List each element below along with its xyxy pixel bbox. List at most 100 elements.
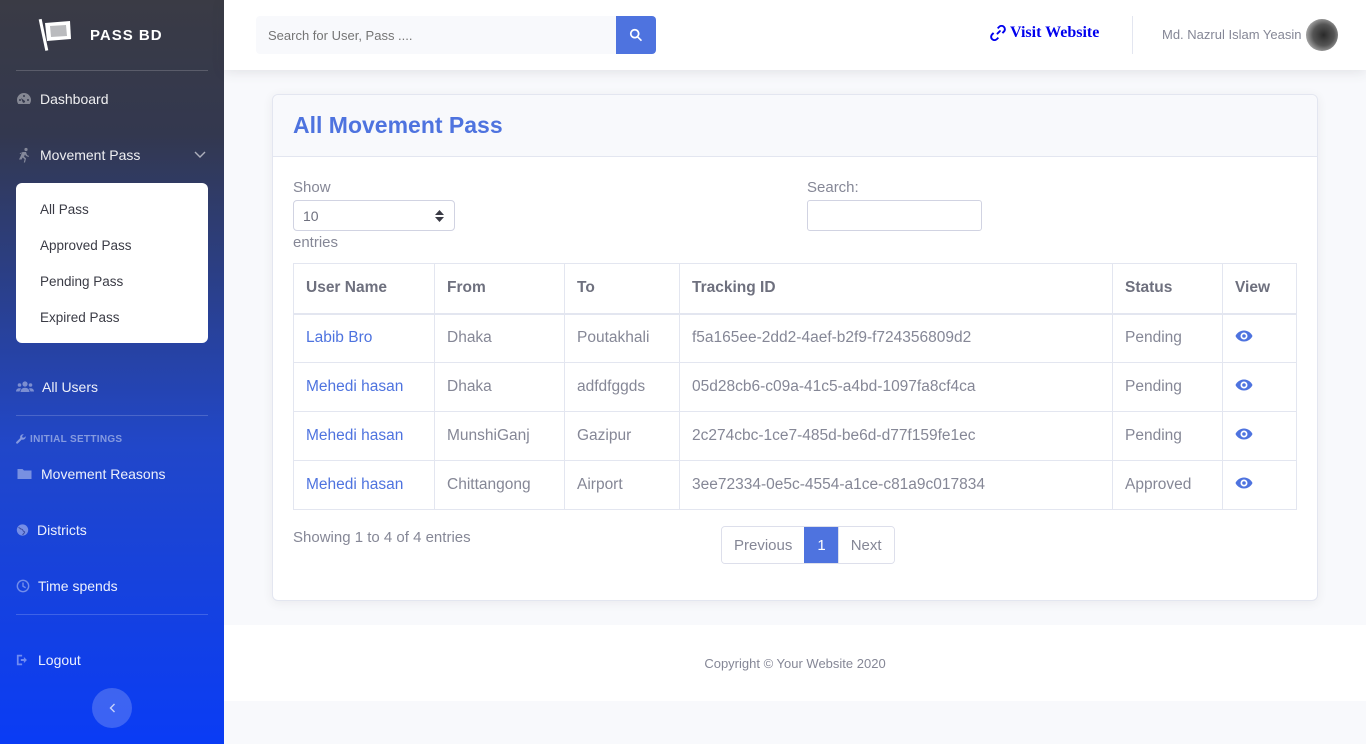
footer: Copyright © Your Website 2020 bbox=[224, 625, 1366, 701]
submenu-expired-pass[interactable]: Expired Pass bbox=[16, 299, 208, 335]
sidebar-toggle-button[interactable] bbox=[92, 688, 132, 728]
nav-movement-reasons[interactable]: Movement Reasons bbox=[0, 446, 224, 502]
page-length-value: 10 bbox=[303, 207, 319, 224]
nav-all-users-label: All Users bbox=[42, 379, 99, 395]
cell-tracking-id: 05d28cb6-c09a-41c5-a4bd-1097fa8cf4ca bbox=[679, 362, 1113, 412]
pagination: Previous 1 Next bbox=[721, 526, 895, 564]
page-title: All Movement Pass bbox=[293, 112, 503, 138]
table-row: Labib Bro Dhaka Poutakhali f5a165ee-2dd2… bbox=[293, 313, 1297, 363]
cell-tracking-id: 2c274cbc-1ce7-485d-be6d-d77f159fe1ec bbox=[679, 411, 1113, 461]
column-header-user-name[interactable]: User Name bbox=[293, 263, 435, 315]
pagination-next-button[interactable]: Next bbox=[838, 527, 894, 563]
cell-tracking-id: 3ee72334-0e5c-4554-a1ce-c81a9c017834 bbox=[679, 460, 1113, 510]
table-row: Mehedi hasan Dhaka adfdfggds 05d28cb6-c0… bbox=[293, 362, 1297, 412]
nav-time-spends[interactable]: Time spends bbox=[0, 558, 224, 614]
brand-name: PASS BD bbox=[90, 26, 163, 44]
submenu-pending-pass[interactable]: Pending Pass bbox=[16, 263, 208, 299]
card-header: All Movement Pass bbox=[273, 95, 1317, 157]
column-header-tracking-id[interactable]: Tracking ID bbox=[679, 263, 1113, 315]
cell-status: Pending bbox=[1112, 313, 1223, 363]
search-input[interactable] bbox=[256, 16, 616, 54]
table-header-row: User Name From To Tracking ID Status Vie… bbox=[293, 263, 1297, 315]
chevron-left-icon bbox=[109, 703, 115, 713]
page-length-select[interactable]: 10 bbox=[293, 200, 455, 231]
running-icon bbox=[19, 147, 29, 163]
eye-icon[interactable] bbox=[1235, 474, 1253, 492]
pagination-previous-button[interactable]: Previous bbox=[722, 527, 805, 563]
eye-icon[interactable] bbox=[1235, 327, 1253, 345]
cell-from: MunshiGanj bbox=[434, 411, 565, 461]
submenu-all-pass[interactable]: All Pass bbox=[16, 191, 208, 227]
column-header-from[interactable]: From bbox=[434, 263, 565, 315]
folder-icon bbox=[17, 469, 32, 479]
cell-from: Dhaka bbox=[434, 362, 565, 412]
nav-logout[interactable]: Logout bbox=[0, 631, 224, 689]
cell-status: Pending bbox=[1112, 362, 1223, 412]
cell-user-name[interactable]: Mehedi hasan bbox=[293, 411, 435, 461]
submenu-approved-pass[interactable]: Approved Pass bbox=[16, 227, 208, 263]
users-icon bbox=[16, 381, 34, 392]
table-search-label: Search: bbox=[807, 179, 859, 196]
nav-all-users[interactable]: All Users bbox=[0, 359, 224, 415]
copyright-text: Copyright © Your Website 2020 bbox=[704, 655, 886, 671]
sort-arrows-icon bbox=[435, 210, 444, 222]
globe-icon bbox=[16, 524, 29, 536]
tachometer-icon bbox=[17, 93, 31, 104]
sign-out-icon bbox=[16, 654, 27, 666]
eye-icon[interactable] bbox=[1235, 376, 1253, 394]
topbar: Visit Website Md. Nazrul Islam Yeasin bbox=[224, 0, 1366, 70]
sidebar-divider bbox=[16, 614, 208, 615]
cell-status: Pending bbox=[1112, 411, 1223, 461]
movement-pass-table: User Name From To Tracking ID Status Vie… bbox=[293, 263, 1297, 510]
table-info: Showing 1 to 4 of 4 entries bbox=[293, 529, 471, 546]
user-name[interactable]: Md. Nazrul Islam Yeasin bbox=[1162, 27, 1301, 42]
clock-icon bbox=[16, 579, 30, 593]
flag-icon bbox=[38, 18, 71, 51]
eye-icon[interactable] bbox=[1235, 425, 1253, 443]
link-icon bbox=[990, 25, 1006, 41]
cell-from: Dhaka bbox=[434, 313, 565, 363]
nav-time-spends-label: Time spends bbox=[38, 578, 118, 594]
avatar[interactable] bbox=[1306, 19, 1338, 51]
cell-user-name[interactable]: Labib Bro bbox=[293, 313, 435, 363]
all-movement-pass-card: All Movement Pass Show 10 entries Search… bbox=[272, 94, 1318, 601]
cell-tracking-id: f5a165ee-2dd2-4aef-b2f9-f724356809d2 bbox=[679, 313, 1113, 363]
cell-view bbox=[1222, 313, 1297, 363]
topbar-divider bbox=[1132, 16, 1133, 54]
cell-from: Chittangong bbox=[434, 460, 565, 510]
pagination-page-button[interactable]: 1 bbox=[804, 527, 839, 563]
cell-to: adfdfggds bbox=[564, 362, 680, 412]
cell-view bbox=[1222, 411, 1297, 461]
sidebar: PASS BD Dashboard Movement Pass All Pass… bbox=[0, 0, 224, 744]
cell-to: Airport bbox=[564, 460, 680, 510]
topbar-search bbox=[256, 16, 656, 54]
cell-user-name[interactable]: Mehedi hasan bbox=[293, 460, 435, 510]
show-label: Show bbox=[293, 179, 331, 196]
nav-logout-label: Logout bbox=[38, 652, 81, 668]
wrench-icon bbox=[16, 434, 26, 444]
chevron-down-icon bbox=[194, 151, 206, 158]
nav-dashboard-label: Dashboard bbox=[40, 91, 109, 107]
table-search-input[interactable] bbox=[807, 200, 982, 231]
nav-movement-pass-label: Movement Pass bbox=[40, 147, 141, 163]
brand[interactable]: PASS BD bbox=[0, 0, 224, 70]
column-header-to[interactable]: To bbox=[564, 263, 680, 315]
movement-pass-submenu: All Pass Approved Pass Pending Pass Expi… bbox=[16, 183, 208, 343]
cell-status: Approved bbox=[1112, 460, 1223, 510]
cell-to: Gazipur bbox=[564, 411, 680, 461]
search-icon bbox=[629, 28, 643, 42]
column-header-status[interactable]: Status bbox=[1112, 263, 1223, 315]
nav-districts-label: Districts bbox=[37, 522, 87, 538]
nav-districts[interactable]: Districts bbox=[0, 502, 224, 558]
column-header-view[interactable]: View bbox=[1222, 263, 1297, 315]
cell-view bbox=[1222, 460, 1297, 510]
cell-user-name[interactable]: Mehedi hasan bbox=[293, 362, 435, 412]
visit-website-link[interactable]: Visit Website bbox=[990, 24, 1099, 42]
search-button[interactable] bbox=[616, 16, 656, 54]
entries-label: entries bbox=[293, 234, 339, 251]
visit-website-label: Visit Website bbox=[1010, 24, 1100, 41]
settings-heading-label: INITIAL SETTINGS bbox=[30, 433, 123, 445]
nav-movement-reasons-label: Movement Reasons bbox=[41, 466, 166, 482]
nav-dashboard[interactable]: Dashboard bbox=[0, 71, 224, 127]
nav-movement-pass[interactable]: Movement Pass bbox=[0, 127, 224, 183]
